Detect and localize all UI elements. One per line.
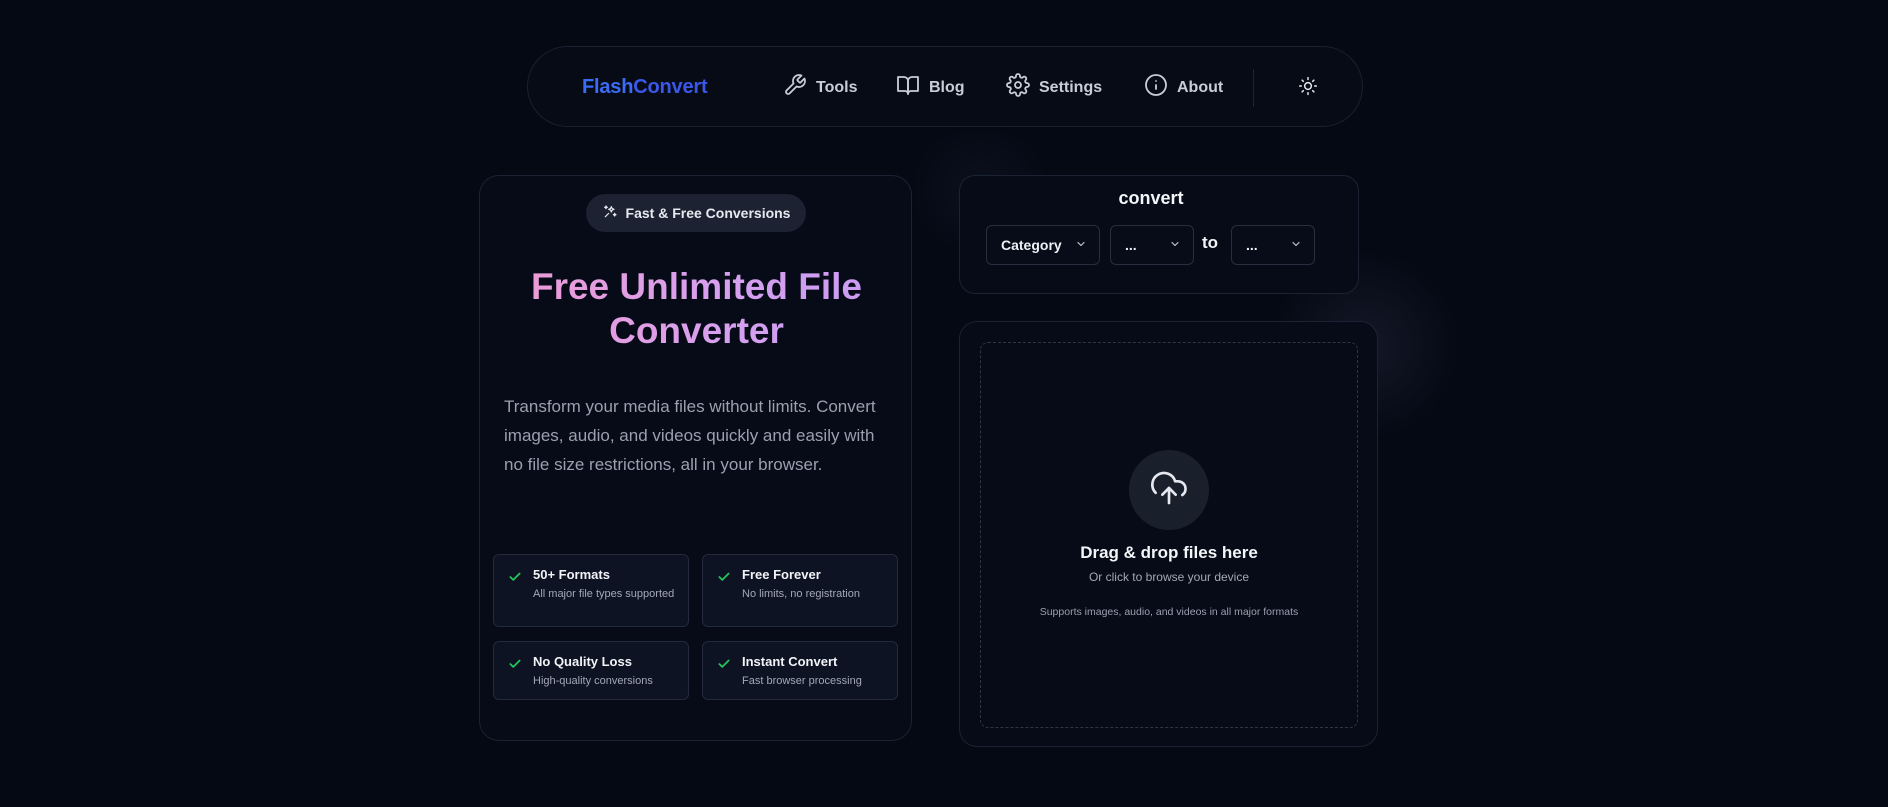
converter-title: convert: [1118, 188, 1184, 208]
nav-item-about[interactable]: About: [1144, 47, 1223, 128]
dropzone-title: Drag & drop files here: [1080, 543, 1258, 562]
brand-text-part2: Convert: [633, 76, 708, 98]
feature-title: 50+ Formats: [533, 567, 610, 582]
nav-divider: [1253, 69, 1254, 107]
dropzone-subtitle: Or click to browse your device: [1088, 570, 1250, 584]
nav-item-tools[interactable]: Tools: [783, 47, 857, 128]
from-format-value: ...: [1125, 237, 1137, 253]
feature-description: No limits, no registration: [742, 588, 860, 600]
hero-badge-label: Fast & Free Conversions: [625, 205, 791, 221]
to-format-value: ...: [1246, 237, 1258, 253]
hero-badge: Fast & Free Conversions: [586, 194, 806, 232]
from-format-select[interactable]: ...: [1110, 225, 1194, 265]
category-select[interactable]: Category: [986, 225, 1100, 265]
feature-title: No Quality Loss: [533, 654, 632, 669]
feature-description: All major file types supported: [533, 588, 675, 600]
nav-item-settings[interactable]: Settings: [1006, 47, 1102, 128]
upload-card: Drag & drop files here Or click to brows…: [959, 321, 1378, 747]
check-icon: [717, 656, 731, 670]
brand-logo[interactable]: Flash Convert: [582, 47, 708, 128]
feature-description: Fast browser processing: [742, 675, 862, 687]
check-icon: [508, 569, 522, 583]
file-dropzone[interactable]: Drag & drop files here Or click to brows…: [980, 342, 1358, 728]
nav-item-label: Blog: [929, 78, 965, 96]
top-navigation: Flash Convert Tools Blog Settings About: [527, 46, 1363, 127]
feature-title: Instant Convert: [742, 654, 838, 669]
check-icon: [508, 656, 522, 670]
brand-text-part1: Flash: [582, 76, 634, 98]
cloud-upload-icon: [1149, 468, 1189, 512]
sparkles-icon: [602, 204, 618, 223]
check-icon: [717, 569, 731, 583]
nav-item-label: Tools: [816, 78, 858, 96]
feature-card-quality: No Quality Loss High-quality conversions: [493, 641, 689, 700]
book-icon: [896, 73, 920, 102]
category-select-value: Category: [1001, 237, 1062, 253]
hero-description: Transform your media files without limit…: [504, 397, 876, 474]
feature-card-formats: 50+ Formats All major file types support…: [493, 554, 689, 627]
feature-card-free: Free Forever No limits, no registration: [702, 554, 898, 627]
gear-icon: [1006, 73, 1030, 102]
feature-description: High-quality conversions: [533, 675, 653, 687]
to-label: to: [1202, 233, 1219, 252]
chevron-down-icon: [1290, 237, 1302, 253]
wrench-icon: [783, 73, 807, 102]
hero-title: Free Unlimited File Converter: [480, 265, 913, 353]
to-format-select[interactable]: ...: [1231, 225, 1315, 265]
converter-panel: convert Category ... to ...: [959, 175, 1359, 294]
sun-icon: [1298, 76, 1318, 100]
theme-toggle-button[interactable]: [1295, 75, 1321, 101]
info-icon: [1144, 73, 1168, 102]
dropzone-formats-note: Supports images, audio, and videos in al…: [1039, 606, 1299, 618]
nav-item-label: About: [1177, 78, 1224, 96]
feature-title: Free Forever: [742, 567, 821, 582]
nav-item-blog[interactable]: Blog: [896, 47, 965, 128]
hero-card: Fast & Free Conversions Free Unlimited F…: [479, 175, 912, 741]
chevron-down-icon: [1169, 237, 1181, 253]
nav-item-label: Settings: [1039, 78, 1103, 96]
chevron-down-icon: [1075, 237, 1087, 253]
upload-icon-container: [1129, 450, 1209, 530]
feature-card-instant: Instant Convert Fast browser processing: [702, 641, 898, 700]
